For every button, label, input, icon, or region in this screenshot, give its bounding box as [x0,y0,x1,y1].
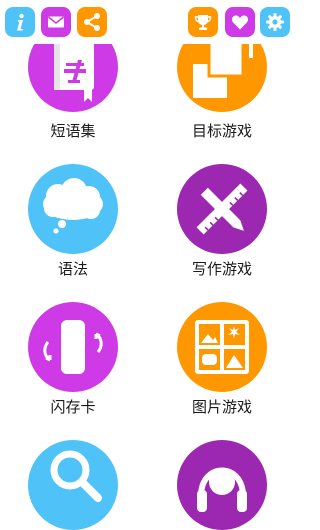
picture-game-icon [195,320,249,374]
gear-icon [266,13,284,31]
tile-label: 闪存卡 [50,398,96,416]
flashcard-icon [43,320,103,374]
search-circle [28,440,118,530]
mail-button[interactable] [41,7,71,37]
favorites-button[interactable] [225,7,255,37]
tile-label: 目标游戏 [191,122,252,140]
search-icon [50,450,102,502]
info-icon [17,13,24,31]
heart-icon [231,15,249,30]
top-toolbar [0,0,294,44]
tile-label: 短语集 [50,122,96,140]
picture-game-circle [177,302,267,392]
trophy-button[interactable] [188,7,218,37]
headphones-icon [197,467,247,512]
listening-circle [177,440,267,530]
flashcards-circle [28,302,118,392]
writing-game-icon [196,183,248,235]
settings-button[interactable] [260,7,290,37]
trophy-icon [194,15,212,30]
tile-label: 写作游戏 [191,260,252,278]
share-icon [84,13,100,31]
speech-cloud-icon [43,178,103,234]
info-button[interactable] [5,7,35,37]
tile-label: 图片游戏 [191,398,252,416]
grammar-circle [28,164,118,254]
mail-icon [48,16,64,28]
writing-game-circle [177,164,267,254]
tile-label: 语法 [57,260,88,278]
share-button[interactable] [77,7,107,37]
